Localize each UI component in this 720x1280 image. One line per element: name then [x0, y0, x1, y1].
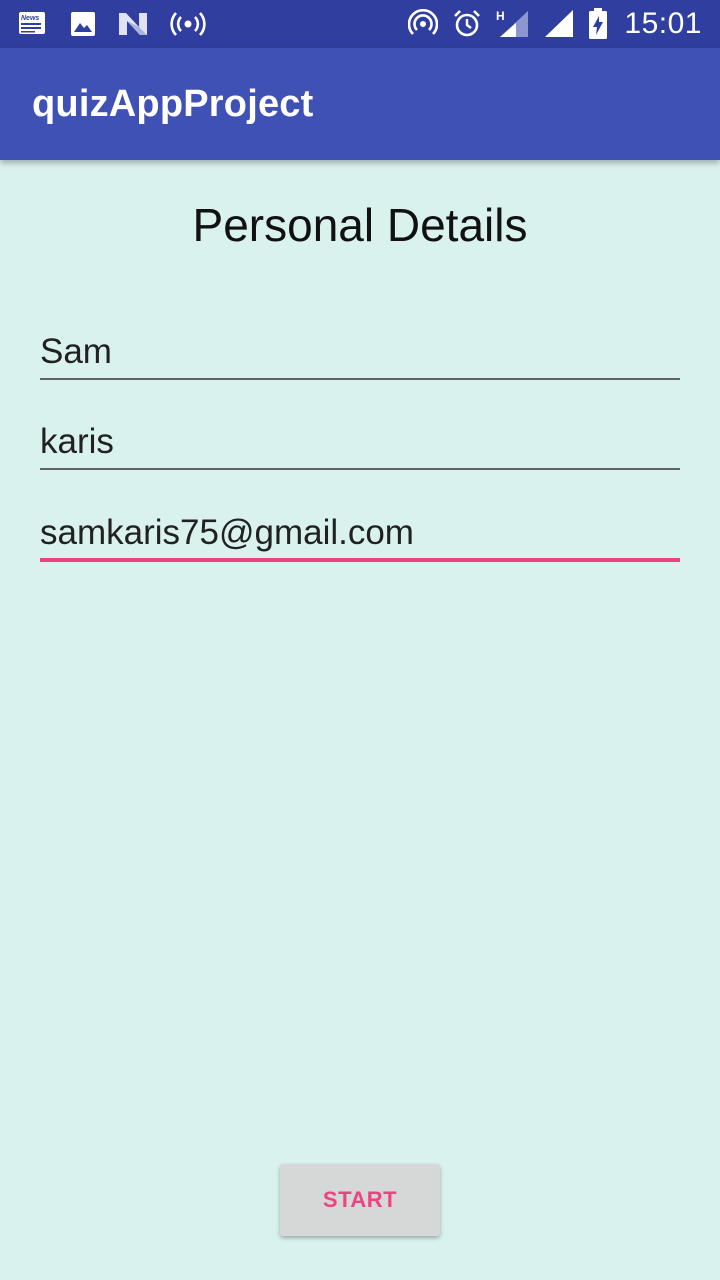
news-icon: News — [18, 11, 48, 37]
status-bar: News H 15:01 — [0, 0, 720, 48]
start-button[interactable]: START — [280, 1164, 440, 1236]
page-title: Personal Details — [192, 199, 528, 251]
last-name-field[interactable] — [40, 416, 680, 470]
n-logo-icon — [118, 11, 148, 37]
hotspot-icon — [170, 11, 206, 37]
alarm-icon — [452, 9, 482, 39]
notification-icons: News — [18, 11, 228, 37]
battery-charging-icon — [588, 8, 608, 40]
network-type-label: H — [496, 9, 505, 23]
signal-h-icon: H — [496, 9, 530, 39]
app-bar: quizAppProject — [0, 48, 720, 160]
svg-text:News: News — [21, 15, 39, 22]
system-icons: H 15:01 — [394, 7, 702, 41]
first-name-field[interactable] — [40, 326, 680, 380]
clock: 15:01 — [624, 7, 702, 40]
email-field[interactable] — [40, 508, 680, 562]
image-icon — [70, 11, 96, 37]
app-title: quizAppProject — [32, 82, 314, 125]
hotspot-signal-icon — [408, 9, 439, 39]
signal-icon — [544, 9, 574, 39]
